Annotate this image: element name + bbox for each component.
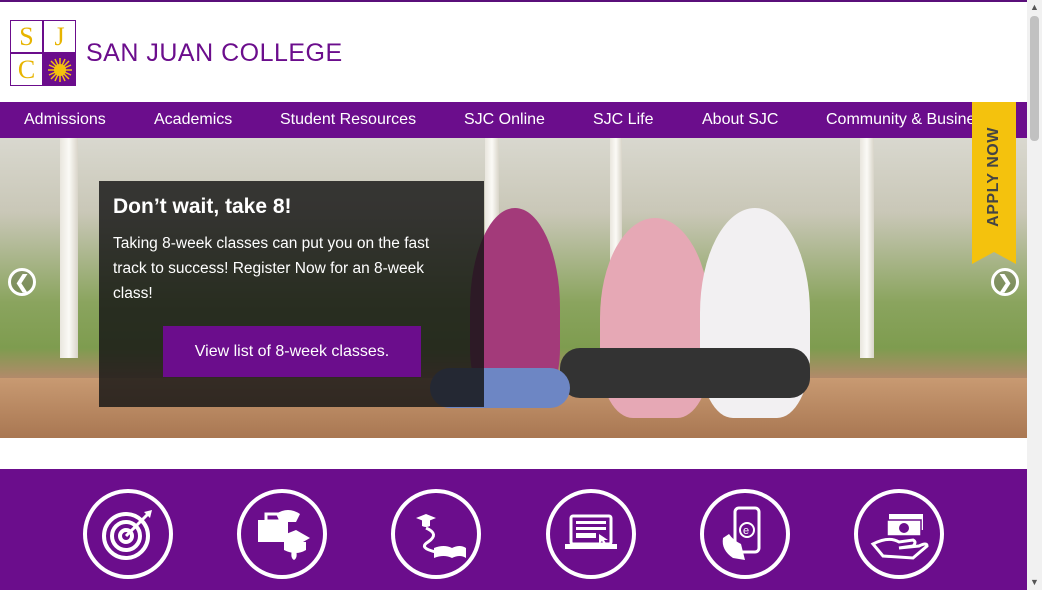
next-glyph: ❯ [997, 271, 1013, 292]
scroll-down-arrow-icon[interactable]: ▼ [1027, 575, 1042, 590]
nav-sjc-online[interactable]: SJC Online [464, 111, 545, 129]
vertical-scrollbar[interactable]: ▲ ▼ [1027, 0, 1042, 590]
hero-slider: Don’t wait, take 8! Taking 8-week classe… [0, 138, 1027, 438]
logo-letter-j: J [44, 21, 75, 52]
hero-body: Taking 8-week classes can put you on the… [113, 235, 430, 302]
scrollbar-thumb[interactable] [1030, 16, 1039, 141]
apply-now-ribbon[interactable]: APPLY NOW [972, 102, 1016, 264]
logo-letter-c: C [11, 54, 42, 85]
mobile-ebook-icon[interactable]: e [700, 489, 790, 579]
hero-title: Don’t wait, take 8! [113, 195, 292, 218]
nav-about-sjc[interactable]: About SJC [702, 111, 778, 129]
apply-now-label: APPLY NOW [985, 127, 1002, 227]
prev-glyph: ❮ [14, 271, 30, 292]
hero-photo-student [560, 348, 810, 398]
hero-photo-tree [60, 138, 78, 358]
view-8-week-classes-button[interactable]: View list of 8-week classes. [163, 326, 421, 377]
logo-letter-s: S [11, 21, 42, 52]
target-icon[interactable] [83, 489, 173, 579]
main-nav: Admissions Academics Student Resources S… [0, 102, 1027, 138]
san-juan-college-logo[interactable]: S J C SAN JUAN COLLEGE [10, 20, 343, 86]
pathway-book-icon[interactable] [391, 489, 481, 579]
svg-text:e: e [743, 525, 749, 537]
money-hand-icon[interactable] [854, 489, 944, 579]
logo-sun-icon [44, 54, 75, 85]
slider-prev-arrow-icon[interactable]: ❮ [8, 268, 36, 296]
nav-community-business[interactable]: Community & Business [826, 111, 991, 129]
hero-caption: Don’t wait, take 8! Taking 8-week classe… [99, 181, 484, 407]
slider-next-arrow-icon[interactable]: ❯ [991, 268, 1019, 296]
online-laptop-icon[interactable] [546, 489, 636, 579]
nav-admissions[interactable]: Admissions [24, 111, 106, 129]
career-briefcase-graduation-icon[interactable] [237, 489, 327, 579]
nav-student-resources[interactable]: Student Resources [280, 111, 416, 129]
scroll-up-arrow-icon[interactable]: ▲ [1027, 0, 1042, 15]
hero-photo-tree [860, 138, 874, 358]
sjc-logo-mark: S J C [10, 20, 76, 86]
page: S J C SAN JUAN COLLEGE Admissions Academ… [0, 0, 1027, 590]
nav-academics[interactable]: Academics [154, 111, 232, 129]
nav-sjc-life[interactable]: SJC Life [593, 111, 653, 129]
quick-links-band: e [0, 469, 1027, 590]
logo-text: SAN JUAN COLLEGE [86, 38, 343, 67]
